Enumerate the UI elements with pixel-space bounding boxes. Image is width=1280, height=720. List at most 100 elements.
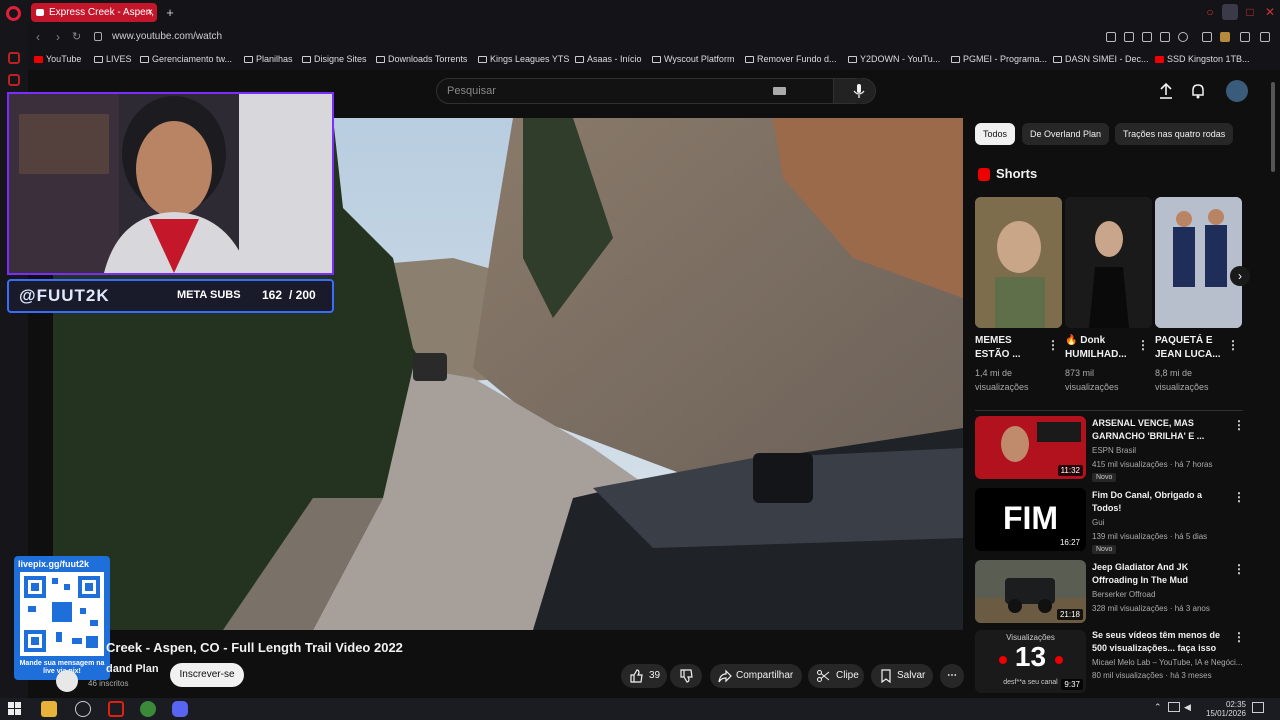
bookmark-item[interactable]: DASN SIMEI - Dec... (1053, 54, 1149, 64)
video-title-link[interactable]: ARSENAL VENCE, MAS GARNACHO 'BRILHA' E .… (1092, 417, 1222, 443)
youtube-icon (34, 56, 43, 63)
page-scrollbar[interactable] (1270, 74, 1276, 694)
bookmark-item[interactable]: Disigne Sites (302, 54, 367, 64)
microphone-icon (853, 84, 865, 98)
channel-avatar[interactable] (56, 670, 78, 692)
thumbs-down-icon (680, 669, 693, 683)
save-button[interactable]: Salvar (871, 664, 933, 688)
bookmark-item[interactable]: PGMEI - Programa... (951, 54, 1047, 64)
bookmark-item[interactable]: Planilhas (244, 54, 293, 64)
kebab-menu-icon[interactable]: ⋮ (1047, 338, 1059, 352)
like-button[interactable]: 39 (621, 664, 667, 688)
profile-avatar-icon[interactable] (1220, 32, 1230, 42)
video-thumbnail[interactable]: 21:18 (975, 560, 1086, 623)
reload-icon[interactable]: ↻ (72, 30, 81, 43)
pin-icon[interactable] (1106, 32, 1116, 42)
subscribe-button[interactable]: Inscrever-se (170, 663, 244, 687)
shorts-next-arrow-icon[interactable]: › (1230, 266, 1250, 286)
kebab-menu-icon[interactable]: ⋮ (1233, 630, 1245, 644)
clip-button[interactable]: Clipe (808, 664, 864, 688)
windows-start-icon[interactable] (8, 702, 22, 716)
network-icon[interactable] (1168, 702, 1180, 712)
bookmark-item[interactable]: Y2DOWN - YouTu... (848, 54, 940, 64)
back-icon[interactable]: ‹ (36, 30, 40, 44)
chip-overland-plan[interactable]: De Overland Plan (1022, 123, 1110, 145)
video-title-link[interactable]: Se seus vídeos têm menos de 500 visualiz… (1092, 629, 1222, 655)
keyboard-icon[interactable] (773, 87, 786, 95)
voice-search-button[interactable] (846, 78, 872, 104)
opera-logo-icon[interactable] (6, 6, 21, 21)
extensions-icon[interactable] (1202, 32, 1212, 42)
notifications-icon[interactable] (1252, 702, 1264, 713)
short-title[interactable]: PAQUETÁ E JEAN LUCA... (1155, 334, 1231, 362)
channel-name[interactable]: Berserker Offroad (1092, 590, 1155, 599)
bookmark-item[interactable]: Gerenciamento tw... (140, 54, 232, 64)
play-icon[interactable] (1160, 32, 1170, 42)
channel-name[interactable]: ESPN Brasil (1092, 446, 1136, 455)
channel-name[interactable]: dand Plan (106, 663, 159, 675)
video-title-link[interactable]: Jeep Gladiator And JK Offroading In The … (1092, 561, 1222, 587)
bookmark-item[interactable]: YouTube (34, 54, 81, 64)
snapshot-icon[interactable] (1124, 32, 1134, 42)
menu-icon[interactable] (1260, 32, 1270, 42)
system-clock[interactable]: 02:35 15/01/2026 (1206, 700, 1246, 718)
sidebar-app-icon[interactable] (8, 74, 20, 86)
kebab-menu-icon[interactable]: ⋮ (1137, 338, 1149, 352)
shield-icon[interactable] (1142, 32, 1152, 42)
volume-icon[interactable]: ◀ (1184, 702, 1191, 713)
short-thumbnail[interactable] (1065, 197, 1152, 328)
search-tabs-icon[interactable]: ○ (1202, 4, 1218, 20)
new-badge: Novo (1092, 545, 1117, 554)
app-icon[interactable] (75, 701, 91, 717)
short-thumbnail[interactable] (1155, 197, 1242, 328)
bookmark-item[interactable]: Asaas - Início (575, 54, 642, 64)
video-thumbnail[interactable]: 11:32 (975, 416, 1086, 479)
kebab-menu-icon[interactable]: ⋮ (1233, 490, 1245, 504)
down-arrow-icon (999, 656, 1007, 664)
channel-name[interactable]: Gui (1092, 518, 1104, 527)
tray-chevron-icon[interactable]: ⌃ (1154, 702, 1162, 713)
channel-name[interactable]: Micael Melo Lab – YouTube, IA e Negóci..… (1092, 658, 1242, 667)
opera-taskbar-icon[interactable] (108, 701, 124, 717)
tab-youtube[interactable]: Express Creek - Aspen, CO × (31, 3, 157, 22)
short-title[interactable]: MEMES ESTÃO ... (975, 334, 1051, 362)
short-thumbnail[interactable] (975, 197, 1062, 328)
forward-icon[interactable]: › (56, 30, 60, 44)
heart-icon[interactable] (1178, 32, 1188, 42)
minimize-button[interactable] (1222, 4, 1238, 20)
short-title[interactable]: 🔥 Donk HUMILHAD... (1065, 334, 1141, 362)
download-icon[interactable] (1240, 32, 1250, 42)
file-explorer-icon[interactable] (41, 701, 57, 717)
bookmark-item[interactable]: SSD Kingston 1TB... (1155, 54, 1250, 64)
discord-icon[interactable] (172, 701, 188, 717)
video-thumbnail[interactable]: FIM 16:27 (975, 488, 1086, 551)
kebab-menu-icon[interactable]: ⋮ (1227, 338, 1239, 352)
dislike-button[interactable] (670, 664, 702, 688)
tab-title: Express Creek - Aspen, CO (49, 7, 157, 18)
bookmark-item[interactable]: Downloads Torrents (376, 54, 467, 64)
maximize-button[interactable]: □ (1242, 4, 1258, 20)
kebab-menu-icon[interactable]: ⋮ (1233, 562, 1245, 576)
video-thumbnail[interactable]: Visualizações 13 desf**a seu canal 9:37 (975, 630, 1086, 693)
share-button[interactable]: Compartilhar (710, 664, 802, 688)
video-duration: 16:27 (1056, 537, 1083, 548)
more-actions-icon[interactable]: ⋯ (940, 664, 964, 688)
bookmark-item[interactable]: Kings Leagues YTS (478, 54, 569, 64)
kebab-menu-icon[interactable]: ⋮ (1233, 418, 1245, 432)
tab-strip: Express Creek - Aspen, CO × + ○ □ ✕ (28, 0, 1280, 25)
sidebar-app-icon[interactable] (8, 52, 20, 64)
chrome-icon[interactable] (140, 701, 156, 717)
bookmark-item[interactable]: Wyscout Platform (652, 54, 734, 64)
account-avatar[interactable] (1226, 80, 1248, 102)
close-tab-icon[interactable]: × (147, 3, 153, 22)
bookmark-item[interactable]: Remover Fundo d... (745, 54, 837, 64)
notifications-bell-icon[interactable] (1190, 82, 1206, 100)
chip-4x4[interactable]: Trações nas quatro rodas (1115, 123, 1234, 145)
close-window-button[interactable]: ✕ (1262, 4, 1278, 20)
url-field[interactable]: www.youtube.com/watch (112, 31, 222, 42)
chip-todos[interactable]: Todos (975, 123, 1016, 145)
new-tab-button[interactable]: + (162, 3, 178, 22)
video-title-link[interactable]: Fim Do Canal, Obrigado a Todos! (1092, 489, 1222, 515)
upload-icon[interactable] (1158, 82, 1174, 100)
bookmark-item[interactable]: LIVES (94, 54, 132, 64)
